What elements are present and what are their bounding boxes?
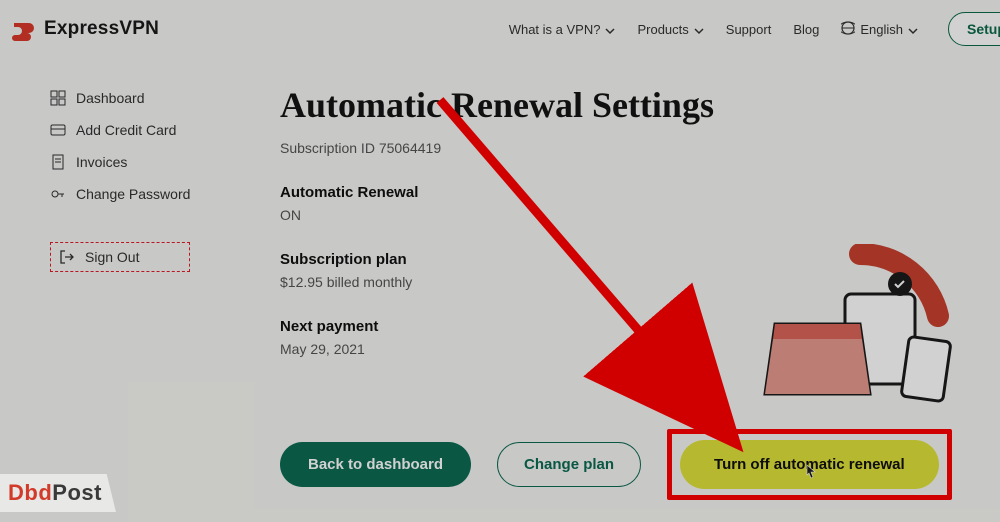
nav-label: English [860, 22, 903, 37]
nav-label: What is a VPN? [509, 22, 601, 37]
brand-logo-icon [10, 16, 36, 42]
devices-illustration [750, 244, 970, 444]
nav-language[interactable]: English [841, 21, 918, 38]
watermark-part-a: Dbd [8, 480, 52, 505]
dashboard-icon [50, 90, 66, 106]
nav-blog[interactable]: Blog [793, 22, 819, 37]
sidebar-item-label: Add Credit Card [76, 122, 176, 138]
watermark: DbdPost [0, 474, 116, 512]
main-content: Automatic Renewal Settings Subscription … [280, 84, 1000, 385]
page-title: Automatic Renewal Settings [280, 84, 1000, 126]
globe-icon [841, 21, 855, 38]
brand-name: ExpressVPN [44, 18, 159, 40]
turn-off-auto-renewal-button[interactable]: Turn off automatic renewal [680, 440, 939, 489]
invoice-icon [50, 154, 66, 170]
cursor-icon [803, 464, 819, 486]
nav-label: Blog [793, 22, 819, 37]
subscription-id: Subscription ID 75064419 [280, 140, 1000, 156]
top-nav: What is a VPN? Products Support Blog [509, 12, 1000, 46]
back-to-dashboard-button[interactable]: Back to dashboard [280, 442, 471, 487]
change-plan-button[interactable]: Change plan [497, 442, 641, 487]
subscription-id-value: 75064419 [379, 140, 441, 156]
chevron-down-icon [694, 24, 704, 34]
credit-card-icon [50, 122, 66, 138]
sidebar-item-signout[interactable]: Sign Out [50, 242, 190, 272]
action-buttons: Back to dashboard Change plan Turn off a… [280, 429, 952, 500]
subscription-id-label: Subscription ID [280, 140, 375, 156]
header: ExpressVPN What is a VPN? Products Suppo… [0, 0, 1000, 58]
nav-label: Products [637, 22, 688, 37]
highlight-turnoff: Turn off automatic renewal [667, 429, 952, 500]
nav-products[interactable]: Products [637, 22, 703, 37]
sidebar-item-change-password[interactable]: Change Password [50, 186, 220, 202]
sidebar-item-label: Invoices [76, 154, 127, 170]
sidebar-item-label: Dashboard [76, 90, 145, 106]
sidebar-item-label: Change Password [76, 186, 190, 202]
sidebar: Dashboard Add Credit Card Invoices Chang… [50, 90, 220, 385]
key-icon [50, 186, 66, 202]
auto-renewal-label: Automatic Renewal [280, 184, 1000, 201]
sidebar-item-dashboard[interactable]: Dashboard [50, 90, 220, 106]
sidebar-item-add-card[interactable]: Add Credit Card [50, 122, 220, 138]
chevron-down-icon [908, 24, 918, 34]
chevron-down-icon [605, 24, 615, 34]
brand[interactable]: ExpressVPN [10, 16, 159, 42]
nav-what-is-vpn[interactable]: What is a VPN? [509, 22, 616, 37]
setup-button[interactable]: Setup [948, 12, 1000, 46]
nav-label: Support [726, 22, 772, 37]
watermark-part-b: Post [52, 480, 102, 505]
sidebar-item-invoices[interactable]: Invoices [50, 154, 220, 170]
nav-support[interactable]: Support [726, 22, 772, 37]
auto-renewal-value: ON [280, 207, 1000, 223]
signout-icon [59, 249, 75, 265]
sidebar-item-label: Sign Out [85, 249, 139, 265]
